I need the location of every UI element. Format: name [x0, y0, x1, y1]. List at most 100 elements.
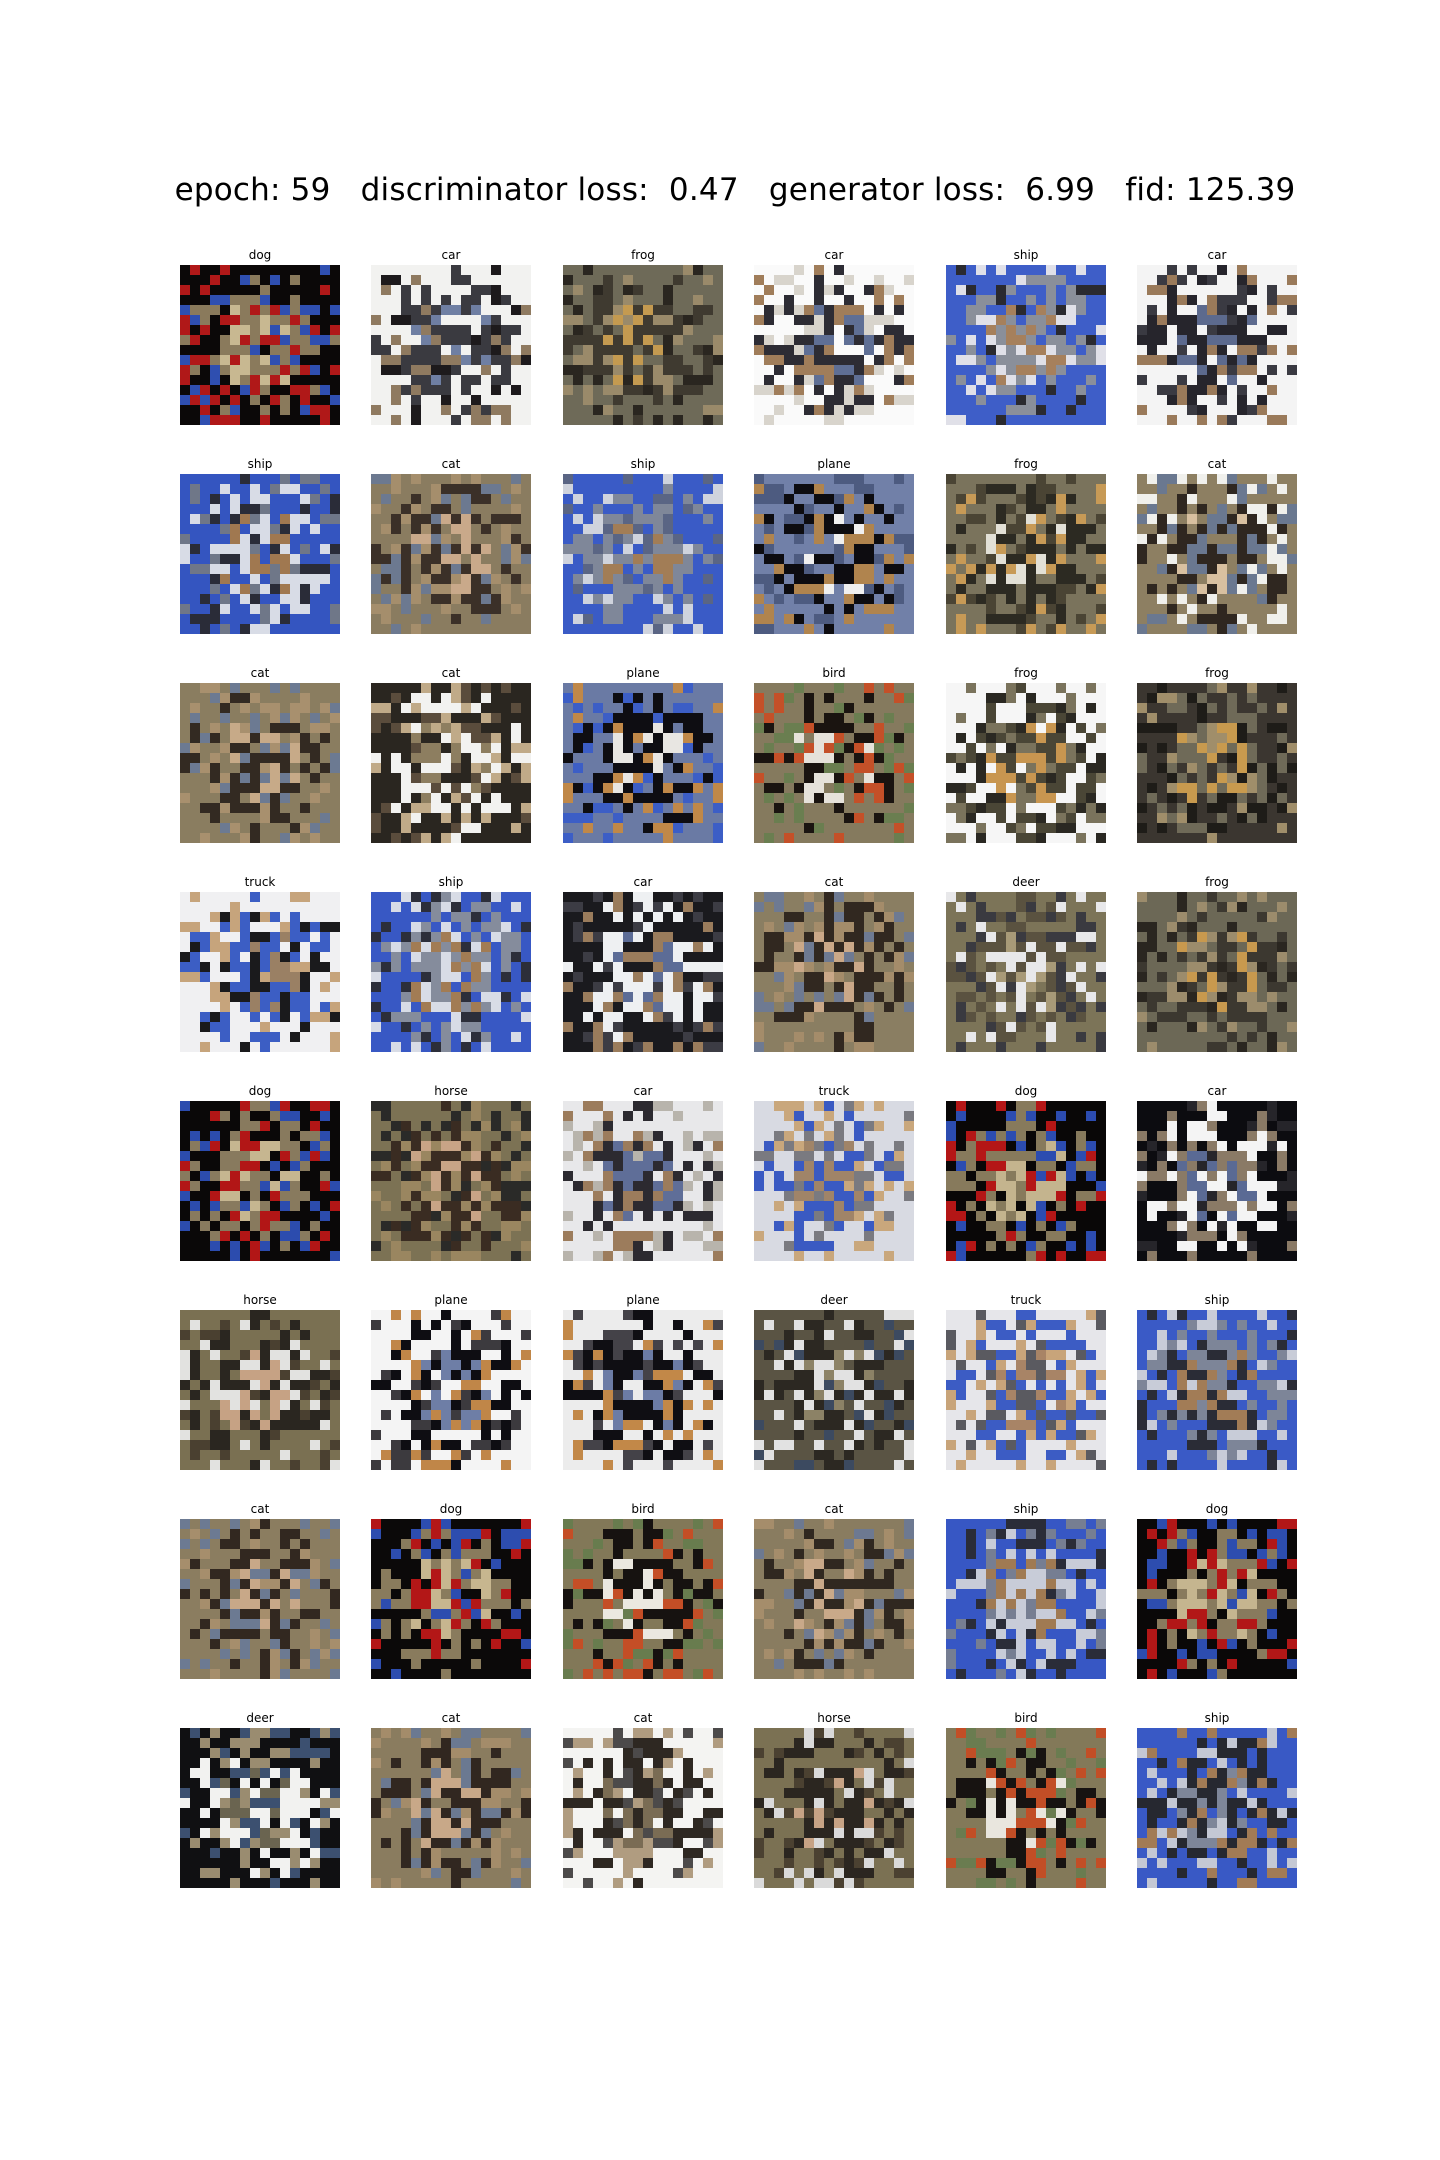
sample-class-label: plane: [626, 666, 660, 680]
sample-cell: dog: [371, 1502, 531, 1679]
sample-class-label: car: [1207, 248, 1227, 262]
sample-cell: frog: [1137, 875, 1297, 1052]
sample-class-label: ship: [630, 457, 656, 471]
sample-cell: ship: [946, 1502, 1106, 1679]
sample-cell: plane: [371, 1293, 531, 1470]
generated-sample-image: [180, 892, 340, 1052]
generated-sample-image: [1137, 1101, 1297, 1261]
sample-class-label: ship: [1204, 1711, 1230, 1725]
sample-class-label: frog: [1014, 457, 1038, 471]
sample-cell: car: [563, 875, 723, 1052]
sample-cell: horse: [754, 1711, 914, 1888]
sample-cell: deer: [754, 1293, 914, 1470]
generated-sample-image: [180, 1519, 340, 1679]
sample-class-label: car: [633, 875, 653, 889]
sample-class-label: truck: [1010, 1293, 1042, 1307]
generated-sample-image: [563, 474, 723, 634]
sample-cell: car: [563, 1084, 723, 1261]
sample-cell: bird: [563, 1502, 723, 1679]
generated-sample-image: [180, 1310, 340, 1470]
sample-class-label: cat: [633, 1711, 653, 1725]
sample-class-label: ship: [1013, 1502, 1039, 1516]
generated-sample-image: [180, 265, 340, 425]
sample-class-label: cat: [441, 1711, 461, 1725]
sample-class-label: cat: [824, 875, 844, 889]
sample-class-label: dog: [439, 1502, 463, 1516]
generated-sample-image: [754, 1728, 914, 1888]
sample-class-label: ship: [1204, 1293, 1230, 1307]
sample-cell: car: [371, 248, 531, 425]
sample-cell: frog: [563, 248, 723, 425]
sample-class-label: cat: [441, 457, 461, 471]
sample-class-label: cat: [1207, 457, 1227, 471]
sample-cell: frog: [1137, 666, 1297, 843]
generated-sample-image: [371, 1101, 531, 1261]
generated-sample-image: [180, 474, 340, 634]
sample-cell: cat: [180, 1502, 340, 1679]
sample-class-label: horse: [434, 1084, 468, 1098]
generated-sample-image: [754, 683, 914, 843]
generated-sample-image: [1137, 683, 1297, 843]
sample-grid-figure: epoch: 59 discriminator loss: 0.47 gener…: [0, 0, 1440, 2160]
sample-class-label: cat: [250, 666, 270, 680]
sample-cell: cat: [754, 1502, 914, 1679]
sample-class-label: car: [441, 248, 461, 262]
sample-class-label: dog: [1014, 1084, 1038, 1098]
sample-cell: cat: [371, 1711, 531, 1888]
generated-sample-image: [371, 1310, 531, 1470]
sample-class-label: frog: [631, 248, 655, 262]
sample-cell: frog: [946, 666, 1106, 843]
sample-class-label: bird: [1014, 1711, 1038, 1725]
sample-class-label: deer: [820, 1293, 848, 1307]
sample-class-label: deer: [1012, 875, 1040, 889]
sample-class-label: ship: [438, 875, 464, 889]
sample-cell: ship: [1137, 1711, 1297, 1888]
sample-cell: ship: [563, 457, 723, 634]
generated-sample-image: [754, 1519, 914, 1679]
generated-sample-image: [946, 1310, 1106, 1470]
generated-sample-image: [371, 1519, 531, 1679]
generated-sample-image: [563, 1728, 723, 1888]
figure-title: epoch: 59 discriminator loss: 0.47 gener…: [174, 172, 1296, 208]
sample-class-label: plane: [626, 1293, 660, 1307]
sample-class-label: frog: [1205, 666, 1229, 680]
generated-sample-image: [946, 892, 1106, 1052]
generated-sample-image: [371, 265, 531, 425]
sample-cell: dog: [946, 1084, 1106, 1261]
sample-cell: cat: [371, 666, 531, 843]
generated-sample-image: [563, 1101, 723, 1261]
sample-class-label: horse: [243, 1293, 277, 1307]
sample-class-label: plane: [434, 1293, 468, 1307]
generated-sample-image: [1137, 265, 1297, 425]
sample-cell: cat: [180, 666, 340, 843]
generated-sample-image: [946, 474, 1106, 634]
generated-sample-image: [371, 892, 531, 1052]
sample-cell: car: [1137, 1084, 1297, 1261]
generated-sample-image: [180, 683, 340, 843]
sample-cell: dog: [1137, 1502, 1297, 1679]
sample-cell: plane: [563, 666, 723, 843]
sample-cell: ship: [1137, 1293, 1297, 1470]
generated-sample-image: [946, 1101, 1106, 1261]
generated-sample-image: [946, 683, 1106, 843]
sample-cell: plane: [563, 1293, 723, 1470]
generated-sample-image: [371, 683, 531, 843]
sample-class-label: horse: [817, 1711, 851, 1725]
sample-cell: deer: [946, 875, 1106, 1052]
generated-sample-image: [563, 265, 723, 425]
sample-cell: frog: [946, 457, 1106, 634]
sample-cell: cat: [563, 1711, 723, 1888]
sample-class-label: car: [1207, 1084, 1227, 1098]
sample-class-label: cat: [441, 666, 461, 680]
sample-class-label: bird: [631, 1502, 655, 1516]
sample-class-label: cat: [250, 1502, 270, 1516]
generated-sample-image: [946, 1519, 1106, 1679]
sample-cell: truck: [754, 1084, 914, 1261]
sample-cell: cat: [371, 457, 531, 634]
generated-sample-image: [754, 1310, 914, 1470]
sample-cell: horse: [371, 1084, 531, 1261]
sample-class-label: car: [824, 248, 844, 262]
generated-sample-image: [563, 683, 723, 843]
generated-sample-image: [754, 265, 914, 425]
sample-class-label: cat: [824, 1502, 844, 1516]
